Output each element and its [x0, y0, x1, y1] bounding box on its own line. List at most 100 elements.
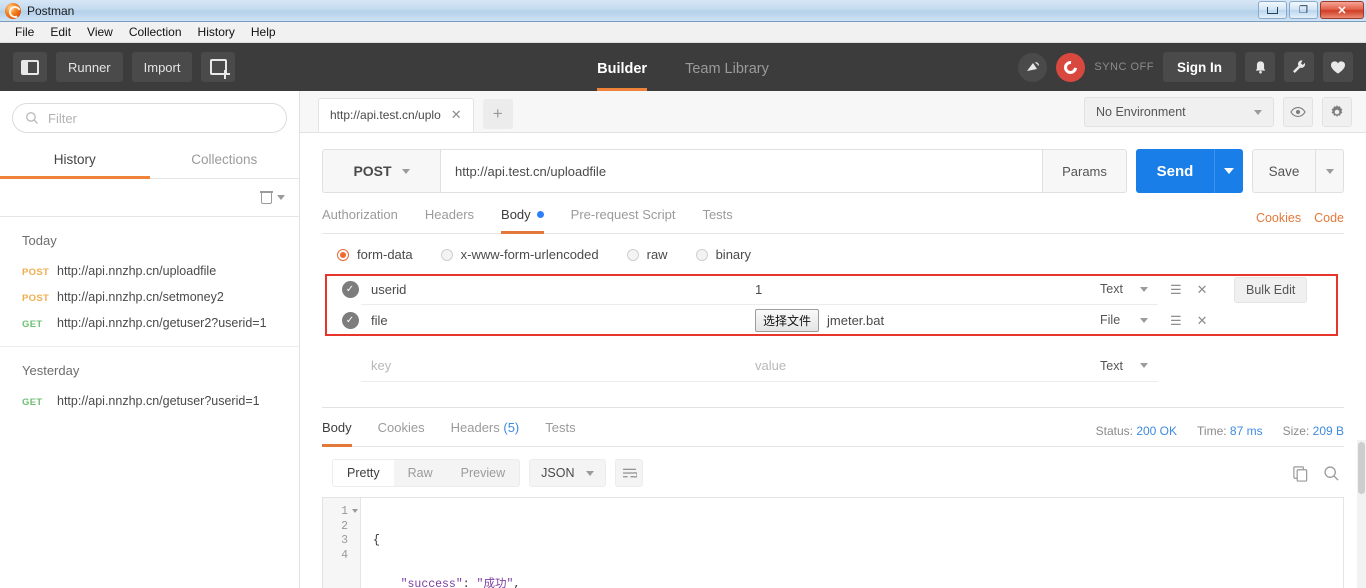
checkbox-checked-icon[interactable]: ✓ [341, 312, 359, 329]
url-input[interactable] [440, 149, 1043, 193]
form-key-input[interactable]: userid [361, 274, 745, 305]
menu-view[interactable]: View [79, 22, 121, 42]
response-body-code[interactable]: { "success": "成功", "code": 200 } [361, 498, 1343, 588]
trash-icon[interactable] [260, 191, 273, 204]
response-tab-body[interactable]: Body [322, 420, 352, 447]
list-item[interactable]: POST http://api.nnzhp.cn/uploadfile [0, 258, 299, 284]
sync-status-label: SYNC OFF [1094, 61, 1154, 73]
vertical-scrollbar[interactable] [1357, 440, 1366, 588]
format-select[interactable]: JSON [529, 459, 607, 487]
filter-box[interactable] [12, 103, 287, 133]
request-tabbar: http://api.test.cn/uplo ✕ + No Environme… [300, 91, 1366, 133]
form-key-input-empty[interactable]: key [361, 351, 745, 382]
sidebar-toggle-button[interactable] [13, 52, 47, 82]
history-url: http://api.nnzhp.cn/getuser2?userid=1 [57, 316, 267, 330]
table-row: ✓ file 选择文件 jmeter.bat File ☰ ✕ [325, 305, 1344, 336]
sign-in-button[interactable]: Sign In [1163, 52, 1236, 82]
form-value-input[interactable]: 1 [745, 274, 1090, 305]
menu-help[interactable]: Help [243, 22, 284, 42]
form-file-cell[interactable]: 选择文件 jmeter.bat [745, 305, 1090, 336]
method-select[interactable]: POST [322, 149, 440, 193]
choose-file-button[interactable]: 选择文件 [755, 308, 820, 332]
sync-status-indicator[interactable] [1056, 52, 1086, 82]
runner-button[interactable]: Runner [56, 52, 123, 82]
time-metric: Time: 87 ms [1197, 424, 1263, 438]
radio-form-data[interactable]: form-data [337, 247, 413, 262]
menu-file[interactable]: File [7, 22, 42, 42]
favorites-button[interactable] [1323, 52, 1353, 82]
list-item[interactable]: GET http://api.nnzhp.cn/getuser?userid=1 [0, 388, 299, 414]
search-icon[interactable] [1323, 465, 1340, 482]
new-tab-button[interactable] [201, 52, 236, 82]
send-options-button[interactable] [1214, 149, 1243, 193]
search-input[interactable] [48, 110, 274, 126]
import-button[interactable]: Import [131, 52, 193, 82]
row-menu-icon[interactable]: ☰ [1170, 282, 1182, 298]
time-value: 87 ms [1229, 424, 1263, 438]
environment-select[interactable]: No Environment [1084, 97, 1274, 127]
row-delete-icon[interactable]: ✕ [1197, 313, 1208, 329]
response-code-viewer[interactable]: 1 2 3 4 { "success": "成功", "code": 200 } [322, 497, 1344, 588]
form-value-input-empty[interactable]: value [745, 351, 1090, 382]
form-type-select[interactable]: Text [1090, 274, 1158, 305]
list-item[interactable]: GET http://api.nnzhp.cn/getuser2?userid=… [0, 310, 299, 336]
wrap-lines-button[interactable] [615, 459, 644, 487]
tab-authorization[interactable]: Authorization [322, 207, 398, 234]
row-delete-icon[interactable]: ✕ [1197, 282, 1208, 298]
tab-team-library[interactable]: Team Library [685, 61, 769, 91]
environment-value: No Environment [1096, 105, 1186, 119]
copy-icon[interactable] [1292, 465, 1309, 482]
sidebar-tab-collections[interactable]: Collections [150, 143, 300, 179]
view-mode-raw[interactable]: Raw [394, 460, 447, 486]
close-button[interactable]: ✕ [1320, 1, 1364, 19]
checkbox-checked-icon[interactable]: ✓ [341, 281, 359, 298]
new-tab-icon [209, 59, 230, 79]
tab-builder[interactable]: Builder [597, 61, 648, 91]
form-type-select-empty[interactable]: Text [1090, 351, 1158, 382]
form-type-select[interactable]: File [1090, 305, 1158, 336]
view-mode-pretty[interactable]: Pretty [333, 460, 394, 486]
code-link[interactable]: Code [1314, 211, 1344, 225]
view-mode-preview[interactable]: Preview [447, 460, 519, 486]
radio-raw[interactable]: raw [626, 247, 668, 262]
scrollbar-thumb[interactable] [1358, 442, 1365, 494]
environment-settings-button[interactable] [1322, 97, 1352, 127]
sidebar-tab-history[interactable]: History [0, 143, 150, 179]
save-options-button[interactable] [1315, 149, 1344, 193]
chevron-down-icon [1224, 168, 1234, 174]
environment-quick-look-button[interactable] [1283, 97, 1313, 127]
tab-body[interactable]: Body [501, 207, 544, 234]
save-button[interactable]: Save [1252, 149, 1315, 193]
response-tab-cookies[interactable]: Cookies [378, 420, 425, 447]
settings-wrench-button[interactable] [1284, 52, 1314, 82]
minimize-button[interactable] [1258, 1, 1287, 19]
radio-binary[interactable]: binary [695, 247, 751, 262]
menu-collection[interactable]: Collection [121, 22, 190, 42]
response-tabs: Body Cookies Headers (5) Tests Status: 2… [322, 420, 1344, 447]
add-tab-button[interactable]: + [482, 99, 513, 129]
tab-pre-request-script[interactable]: Pre-request Script [571, 207, 676, 234]
close-icon[interactable]: ✕ [451, 107, 462, 123]
menu-edit[interactable]: Edit [42, 22, 79, 42]
response-tab-tests[interactable]: Tests [545, 420, 575, 447]
cookies-link[interactable]: Cookies [1256, 211, 1301, 225]
response-tab-headers[interactable]: Headers (5) [451, 420, 520, 447]
tab-headers[interactable]: Headers [425, 207, 474, 234]
broadcast-button[interactable] [1018, 52, 1048, 82]
chevron-down-icon[interactable] [277, 195, 285, 200]
tab-tests[interactable]: Tests [702, 207, 732, 234]
form-key-input[interactable]: file [361, 305, 745, 336]
search-icon [26, 112, 38, 124]
params-button[interactable]: Params [1043, 149, 1127, 193]
row-menu-icon[interactable]: ☰ [1170, 313, 1182, 329]
restore-button[interactable]: ❐ [1289, 1, 1318, 19]
bulk-edit-button[interactable]: Bulk Edit [1234, 276, 1308, 303]
fold-icon[interactable] [352, 509, 358, 513]
list-item[interactable]: POST http://api.nnzhp.cn/setmoney2 [0, 284, 299, 310]
menu-history[interactable]: History [190, 22, 243, 42]
send-button[interactable]: Send [1136, 149, 1214, 193]
size-label: Size: [1282, 424, 1310, 438]
request-tab[interactable]: http://api.test.cn/uplo ✕ [318, 98, 474, 132]
notifications-button[interactable] [1245, 52, 1275, 82]
radio-x-www-form-urlencoded[interactable]: x-www-form-urlencoded [440, 247, 599, 262]
